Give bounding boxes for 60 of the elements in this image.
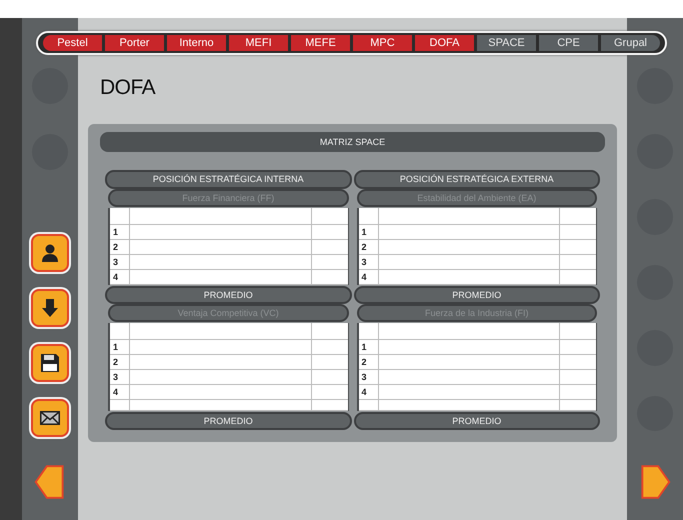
row-number: 1 [358, 225, 378, 240]
factor-input[interactable] [378, 355, 560, 370]
row-number: 2 [110, 355, 130, 370]
factor-input[interactable] [130, 255, 312, 270]
factor-input[interactable] [130, 370, 312, 385]
row-number: 3 [358, 370, 378, 385]
factor-input[interactable] [378, 240, 560, 255]
row-number: 2 [110, 240, 130, 255]
row-number: 3 [358, 255, 378, 270]
row-number: 4 [110, 385, 130, 400]
down-arrow-button[interactable] [31, 289, 69, 327]
header-cell [110, 208, 130, 225]
table-cell [110, 400, 130, 411]
header-cell [358, 208, 378, 225]
factor-input[interactable] [130, 225, 312, 240]
header-cell [110, 323, 130, 340]
nav-tab[interactable]: Interno [167, 35, 226, 51]
nav-tab[interactable]: Porter [105, 35, 164, 51]
envelope-button[interactable] [31, 399, 69, 437]
row-number: 4 [358, 385, 378, 400]
row-number: 2 [358, 240, 378, 255]
average-label: PROMEDIO [105, 412, 352, 430]
nav-tab[interactable]: DOFA [415, 35, 474, 51]
factor-input[interactable] [378, 225, 560, 240]
factor-input[interactable] [378, 370, 560, 385]
factor-input[interactable] [130, 270, 312, 285]
nav-tab[interactable]: MEFI [229, 35, 288, 51]
header-cell [358, 323, 378, 340]
average-label: PROMEDIO [354, 286, 600, 304]
factor-input[interactable] [130, 355, 312, 370]
row-number: 4 [358, 270, 378, 285]
factor-input[interactable] [130, 340, 312, 355]
nav-tab[interactable]: MEFE [291, 35, 350, 51]
row-number: 1 [110, 225, 130, 240]
row-number: 4 [110, 270, 130, 285]
factor-input[interactable] [378, 385, 560, 400]
average-label: PROMEDIO [105, 286, 352, 304]
factor-input[interactable] [130, 385, 312, 400]
row-number: 3 [110, 255, 130, 270]
factor-input[interactable] [378, 255, 560, 270]
row-number: 2 [358, 355, 378, 370]
row-number: 1 [358, 340, 378, 355]
matrix-title: MATRIZ SPACE [100, 132, 605, 152]
factor-input[interactable] [378, 340, 560, 355]
person-button[interactable] [31, 234, 69, 272]
table-cell [358, 400, 378, 411]
floppy-disk-button[interactable] [31, 344, 69, 382]
factor-input[interactable] [378, 270, 560, 285]
nav-tab[interactable]: CPE [539, 35, 598, 51]
column-heading: POSICIÓN ESTRATÉGICA INTERNA [105, 170, 352, 189]
column-heading: POSICIÓN ESTRATÉGICA EXTERNA [354, 170, 600, 189]
nav-tab[interactable]: Grupal [601, 35, 660, 51]
factor-input[interactable] [130, 240, 312, 255]
average-label: PROMEDIO [354, 412, 600, 430]
row-number: 3 [110, 370, 130, 385]
page-title: DOFA [100, 76, 156, 100]
nav-tab[interactable]: SPACE [477, 35, 536, 51]
row-number: 1 [110, 340, 130, 355]
nav-tab[interactable]: Pestel [43, 35, 102, 51]
nav-tab[interactable]: MPC [353, 35, 412, 51]
